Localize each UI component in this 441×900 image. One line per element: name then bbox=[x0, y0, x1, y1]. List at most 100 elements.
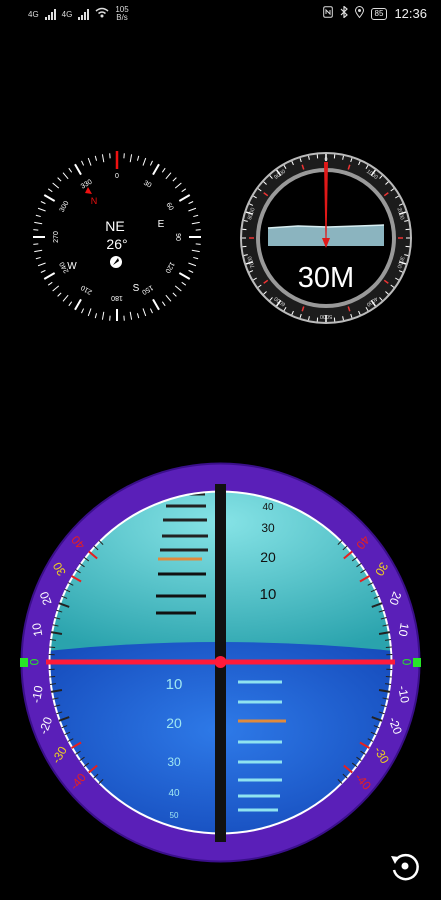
status-bar: 4G 4G 105 B/s 85 12:36 bbox=[0, 0, 441, 30]
compass-ring-label: 180 bbox=[111, 294, 123, 301]
compass-tick bbox=[47, 188, 53, 193]
upper-scale-label: 10 bbox=[260, 586, 277, 603]
compass-tick bbox=[178, 272, 191, 280]
level-ring-tick bbox=[49, 675, 56, 678]
compass-tick bbox=[37, 262, 46, 267]
compass-ring-label: 60 bbox=[164, 202, 174, 212]
reset-button[interactable] bbox=[387, 848, 423, 884]
compass-tick bbox=[40, 201, 46, 205]
compass-tick bbox=[152, 298, 160, 311]
compass-ring-label: 210 bbox=[80, 283, 94, 295]
compass-ring-label: 270 bbox=[53, 231, 60, 243]
compass-ring-label: 90 bbox=[174, 233, 181, 241]
compass-tick bbox=[136, 313, 140, 319]
compass-tick bbox=[74, 298, 82, 311]
compass-tick bbox=[37, 207, 46, 212]
compass-tick bbox=[188, 201, 194, 205]
level-ring-tick bbox=[49, 646, 56, 649]
lower-scale-label: 40 bbox=[168, 788, 180, 799]
compass-ring-label: 330 bbox=[80, 179, 94, 191]
compass-heading: 26° bbox=[106, 236, 127, 252]
compass-tick bbox=[43, 194, 56, 202]
reset-icon bbox=[391, 853, 419, 881]
lower-scale-label: 20 bbox=[166, 715, 182, 731]
compass-tick bbox=[62, 172, 69, 180]
net-speed-unit: B/s bbox=[116, 13, 128, 22]
compass-tick bbox=[191, 221, 200, 225]
compass-tick bbox=[57, 292, 62, 297]
compass-tick bbox=[94, 155, 98, 161]
status-right: 85 12:36 bbox=[322, 5, 427, 21]
compass-tick bbox=[149, 160, 153, 166]
compass-tick bbox=[35, 214, 41, 218]
compass-tick bbox=[101, 154, 105, 163]
compass-tick bbox=[52, 182, 60, 189]
compass-tick bbox=[68, 167, 73, 173]
compass-tick bbox=[43, 272, 56, 280]
compass-tick bbox=[52, 285, 60, 292]
compass-tick bbox=[152, 163, 160, 176]
level-left-ring-label: 10 bbox=[29, 622, 45, 638]
compass-tick bbox=[68, 301, 73, 307]
compass-tick bbox=[161, 301, 166, 307]
compass-tick bbox=[181, 281, 187, 286]
level-right-indicator bbox=[413, 658, 421, 667]
inclinometer-widget[interactable]: 10203040501020304050 403020100-10-20-30-… bbox=[20, 462, 421, 863]
compass-tick bbox=[87, 308, 92, 317]
level-right-ring-label: 0 bbox=[400, 659, 414, 666]
compass-direction: NE bbox=[105, 218, 124, 234]
status-left: 4G 4G 105 B/s bbox=[28, 6, 129, 22]
level-left-indicator bbox=[20, 658, 28, 667]
clock: 12:36 bbox=[394, 6, 427, 21]
compass-tick bbox=[149, 308, 153, 314]
level-ring-tick bbox=[385, 646, 392, 649]
net-speed: 105 B/s bbox=[115, 6, 128, 22]
compass-ring-label: 0 bbox=[115, 173, 119, 180]
compass-tick bbox=[161, 167, 166, 173]
compass-tick bbox=[142, 157, 147, 166]
upper-scale-label: 20 bbox=[260, 549, 276, 565]
compass-tick bbox=[172, 292, 177, 297]
altimeter-ring-label: 5000 bbox=[320, 313, 332, 319]
compass-tick bbox=[188, 207, 197, 212]
compass-tick bbox=[172, 177, 177, 182]
lower-scale-label: 50 bbox=[170, 811, 179, 820]
level-center-dot bbox=[214, 656, 227, 668]
altimeter-widget[interactable]: 0 1000 2000 3000 4000 5000 6000 7000 8000 9000 30… bbox=[238, 150, 414, 326]
location-icon bbox=[354, 6, 364, 21]
compass-ring-label: 300 bbox=[59, 200, 71, 214]
compass-tick bbox=[193, 214, 199, 218]
compass-tick bbox=[193, 256, 199, 260]
compass-tick bbox=[142, 308, 147, 317]
compass-widget[interactable]: 0 30 60 90 120 150 180 210 240 270 300 330 N E S W … bbox=[30, 150, 204, 324]
compass-tick bbox=[174, 285, 182, 292]
compass-tick bbox=[74, 163, 82, 176]
lower-scale-label: 10 bbox=[166, 676, 183, 693]
compass-tick bbox=[57, 177, 62, 182]
compass-west-label: W bbox=[67, 261, 77, 272]
compass-east-label: E bbox=[158, 219, 165, 230]
bluetooth-icon bbox=[340, 5, 348, 21]
compass-calibrate-icon[interactable] bbox=[110, 256, 122, 268]
upper-scale-label: 40 bbox=[262, 502, 274, 513]
level-right-ring-label: 10 bbox=[396, 622, 412, 638]
network-type-1: 4G bbox=[28, 9, 39, 19]
compass-tick bbox=[136, 155, 140, 161]
compass-ring-label: 150 bbox=[140, 283, 154, 295]
signal-icon-2 bbox=[78, 8, 90, 20]
compass-tick bbox=[47, 281, 53, 286]
compass-tick bbox=[81, 160, 85, 166]
compass-tick bbox=[101, 311, 105, 320]
compass-tick bbox=[178, 194, 191, 202]
compass-tick bbox=[129, 311, 133, 320]
level-ring-tick bbox=[385, 675, 392, 678]
compass-ring-label: 30 bbox=[142, 180, 152, 190]
compass-ring-label: 120 bbox=[163, 260, 175, 274]
compass-tick bbox=[87, 157, 92, 166]
level-left-ring-label: 0 bbox=[28, 658, 42, 665]
battery-indicator: 85 bbox=[370, 7, 388, 20]
nfc-icon bbox=[322, 6, 333, 21]
compass-tick bbox=[94, 313, 98, 319]
compass-tick bbox=[188, 269, 194, 273]
compass-tick bbox=[81, 308, 85, 314]
